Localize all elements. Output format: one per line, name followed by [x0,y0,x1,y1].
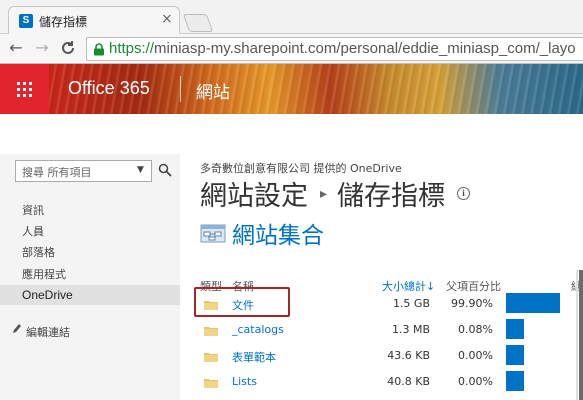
search-icon[interactable] [158,163,172,177]
page-edge-decoration [576,270,583,400]
waffle-icon [17,82,32,97]
folder-icon [204,327,218,336]
nav-item-blog[interactable]: 部落格 [22,244,55,260]
suite-bar: Office 365 網站 [0,64,583,114]
url-text: https://miniasp-my.sharepoint.com/person… [109,40,576,57]
nav-item-info[interactable]: 資訊 [22,202,44,218]
page-title: 儲存指標 [337,181,446,212]
browser-toolbar: ← → https://miniasp-my.sharepoint.com/pe… [0,34,583,64]
folder-icon [204,379,218,388]
usage-bar [506,345,524,365]
nav-item-apps[interactable]: 應用程式 [22,266,66,282]
search-box[interactable]: 搜尋 所有項目 ▼ [15,160,152,182]
breadcrumb-arrow-icon: ▸ [320,185,328,202]
usage-bar [506,319,524,339]
breadcrumb-site-settings[interactable]: 網站設定 [200,181,308,212]
row-percent: 0.08% [458,323,493,336]
row-percent: 0.00% [458,375,493,388]
edit-links-link[interactable]: 編輯連結 [26,324,70,340]
site-collection-icon [200,224,226,243]
row-size: 1.5 GB [392,297,430,310]
browser-tab[interactable]: S 儲存指標 × [8,6,180,34]
left-navigation: 搜尋 所有項目 ▼ 資訊 人員 部落格 應用程式 OneDrive 編輯連結 [0,154,180,400]
url-protocol: https:// [109,40,155,57]
row-percent: 99.90% [451,297,493,310]
row-name-link[interactable]: 表單範本 [232,349,276,365]
sharepoint-favicon-icon: S [19,14,33,28]
usage-bar [506,371,524,391]
office365-brand[interactable]: Office 365 [68,78,150,99]
search-input[interactable]: 搜尋 所有項目 [22,164,92,180]
search-scope-dropdown-icon[interactable]: ▼ [137,165,144,175]
main-content: 多奇數位創意有限公司 提供的 OneDrive 網站設定 ▸ 儲存指標 i 網站集合 … [180,154,583,400]
new-tab-button[interactable] [182,14,214,32]
row-size: 43.6 KB [387,349,430,362]
table-row: _catalogs 1.3 MB 0.08% [180,317,583,343]
row-size: 40.8 KB [387,375,430,388]
usage-bar [506,293,560,313]
tab-close-icon[interactable]: × [161,11,173,27]
lock-icon [94,43,104,56]
address-bar[interactable]: https://miniasp-my.sharepoint.com/person… [86,37,583,61]
row-size: 1.3 MB [391,323,430,336]
folder-icon [204,353,218,362]
page-title-row: 網站設定 ▸ 儲存指標 i [200,174,471,213]
suite-divider [180,76,181,102]
row-percent: 0.00% [458,349,493,362]
app-launcher-button[interactable] [0,64,49,114]
annotation-highlight-box [194,287,290,317]
back-button[interactable]: ← [6,38,26,58]
row-name-link[interactable]: Lists [232,375,257,388]
reload-icon [62,41,74,54]
suite-app-title[interactable]: 網站 [196,78,230,103]
tab-title: 儲存指標 [39,15,88,29]
nav-item-onedrive[interactable]: OneDrive [0,285,180,305]
site-collection-label: 網站集合 [232,223,324,249]
info-icon[interactable]: i [457,187,471,200]
ribbon-area [0,114,583,154]
site-collection-heading[interactable]: 網站集合 [200,216,324,250]
table-row: Lists 40.8 KB 0.00% [180,369,583,395]
pencil-icon [13,324,21,333]
browser-tabbar: S 儲存指標 × [0,0,583,34]
row-name-link[interactable]: _catalogs [232,323,284,336]
forward-button[interactable]: → [32,38,52,58]
reload-button[interactable] [58,38,78,58]
url-path: miniasp-my.sharepoint.com/personal/eddie… [154,40,576,57]
table-row: 表單範本 43.6 KB 0.00% [180,343,583,369]
nav-item-people[interactable]: 人員 [22,223,44,239]
